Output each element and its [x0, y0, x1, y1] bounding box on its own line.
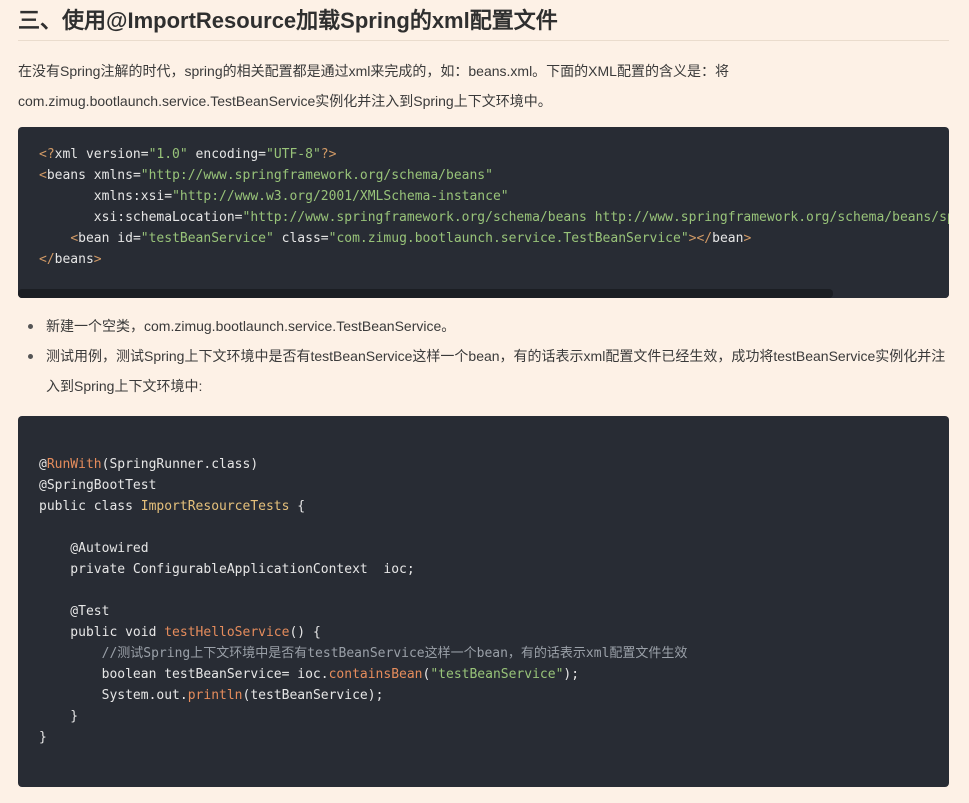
bullet-dot-icon: [28, 354, 33, 359]
code-token: RunWith: [46, 457, 102, 472]
code-token: ImportResourceTests: [140, 499, 290, 514]
code-line: <?xml version="1.0" encoding="UTF-8"?>: [39, 144, 949, 165]
code-token: =: [140, 147, 149, 162]
article: 三、使用@ImportResource加载Spring的xml配置文件 在没有S…: [0, 0, 969, 803]
code-token: testHelloService: [164, 625, 290, 640]
code-line: //测试Spring上下文环境中是否有testBeanService这样一个be…: [39, 643, 688, 664]
java-code-content: @RunWith(SpringRunner.class) @SpringBootT…: [39, 454, 687, 748]
code-line: <bean id="testBeanService" class="com.zi…: [39, 228, 949, 249]
code-token: {: [289, 499, 306, 514]
code-token: () {: [289, 625, 321, 640]
java-code: @RunWith(SpringRunner.class) @SpringBootT…: [39, 454, 687, 748]
scrollbar-thumb[interactable]: [18, 289, 833, 298]
code-token: xmlns:xsi: [39, 189, 165, 204]
code-token: encoding: [187, 147, 259, 162]
code-line: </beans>: [39, 249, 949, 270]
code-token: =: [164, 189, 173, 204]
code-token: <?: [39, 147, 55, 162]
code-token: <: [39, 168, 47, 183]
code-token: >: [93, 252, 102, 267]
code-token: "1.0": [148, 147, 188, 162]
code-line: private ConfigurableApplicationContext i…: [39, 559, 687, 580]
code-line: public class ImportResourceTests {: [39, 496, 687, 517]
code-line: boolean testBeanService= ioc.containsBea…: [39, 664, 687, 685]
code-token: =: [258, 147, 266, 162]
code-line: }: [39, 727, 687, 748]
code-token: "http://www.w3.org/2001/XMLSchema-instan…: [172, 189, 509, 204]
code-line: <beans xmlns="http://www.springframework…: [39, 165, 949, 186]
list-item-text: 测试用例，测试Spring上下文环境中是否有testBeanService这样一…: [46, 348, 946, 394]
list-item: 新建一个空类，com.zimug.bootlaunch.service.Test…: [26, 311, 951, 341]
horizontal-scrollbar[interactable]: [18, 289, 949, 298]
code-token: ></: [688, 231, 713, 246]
code-token: "UTF-8": [266, 147, 321, 162]
code-line: @SpringBootTest: [39, 475, 687, 496]
intro-paragraph: 在没有Spring注解的时代，spring的相关配置都是通过xml来完成的，如：…: [18, 63, 729, 109]
code-line: xsi:schemaLocation="http://www.springfra…: [39, 207, 949, 228]
code-token: @Test: [39, 604, 110, 619]
code-token: bean: [78, 231, 110, 246]
code-token: public void: [39, 625, 165, 640]
code-token: "http://www.springframework.org/schema/b…: [140, 168, 493, 183]
code-token: //测试Spring上下文环境中是否有testBeanService这样一个be…: [39, 646, 688, 661]
code-token: }: [39, 730, 47, 745]
code-line: @Autowired: [39, 538, 687, 559]
code-line: xmlns:xsi="http://www.w3.org/2001/XMLSch…: [39, 186, 949, 207]
code-token: >: [743, 231, 752, 246]
java-code-block[interactable]: @RunWith(SpringRunner.class) @SpringBootT…: [18, 416, 949, 787]
code-token: <: [70, 231, 79, 246]
code-token: private ConfigurableApplicationContext i…: [39, 562, 415, 577]
xml-code-block[interactable]: <?xml version="1.0" encoding="UTF-8"?> <b…: [18, 127, 949, 298]
code-line: public void testHelloService() {: [39, 622, 687, 643]
bullet-dot-icon: [28, 324, 33, 329]
code-line: @RunWith(SpringRunner.class): [39, 454, 687, 475]
code-token: System.out.: [39, 688, 188, 703]
code-token: "testBeanService": [430, 667, 564, 682]
xml-code: <?xml version="1.0" encoding="UTF-8"?> <b…: [39, 144, 949, 270]
code-token: </: [39, 252, 55, 267]
code-token: boolean testBeanService= ioc.: [39, 667, 329, 682]
code-token: (testBeanService);: [242, 688, 384, 703]
code-token: beans: [54, 252, 94, 267]
section-heading: 三、使用@ImportResource加载Spring的xml配置文件: [18, 8, 558, 33]
code-token: println: [187, 688, 243, 703]
code-token: =: [132, 168, 141, 183]
code-token: @: [39, 457, 47, 472]
code-token: }: [39, 709, 79, 724]
code-token: xsi:schemaLocation: [39, 210, 235, 225]
code-line: }: [39, 706, 687, 727]
code-token: ?>: [320, 147, 337, 162]
xml-code-content: <?xml version="1.0" encoding="UTF-8"?> <b…: [39, 144, 949, 270]
list-item: 测试用例，测试Spring上下文环境中是否有testBeanService这样一…: [26, 341, 951, 401]
code-token: @SpringBootTest: [39, 478, 157, 493]
code-token: "testBeanService": [140, 231, 274, 246]
code-token: xmlns: [85, 168, 133, 183]
code-token: "com.zimug.bootlaunch.service.TestBeanSe…: [328, 231, 689, 246]
code-token: bean: [712, 231, 744, 246]
code-line: @Test: [39, 601, 687, 622]
code-token: "http://www.springframework.org/schema/b…: [242, 210, 950, 225]
code-token: );: [563, 667, 580, 682]
code-token: (SpringRunner.class): [101, 457, 259, 472]
heading-divider: [18, 40, 949, 41]
code-token: beans: [46, 168, 86, 183]
code-line: System.out.println(testBeanService);: [39, 685, 687, 706]
code-token: =: [132, 231, 141, 246]
code-token: xml version: [54, 147, 141, 162]
code-token: containsBean: [328, 667, 423, 682]
code-token: public class: [39, 499, 141, 514]
list-item-text: 新建一个空类，com.zimug.bootlaunch.service.Test…: [46, 318, 456, 334]
bullet-list: 新建一个空类，com.zimug.bootlaunch.service.Test…: [26, 311, 951, 401]
code-token: =: [320, 231, 329, 246]
code-token: class: [273, 231, 321, 246]
code-token: =: [234, 210, 243, 225]
code-token: @Autowired: [39, 541, 149, 556]
code-token: id: [109, 231, 133, 246]
